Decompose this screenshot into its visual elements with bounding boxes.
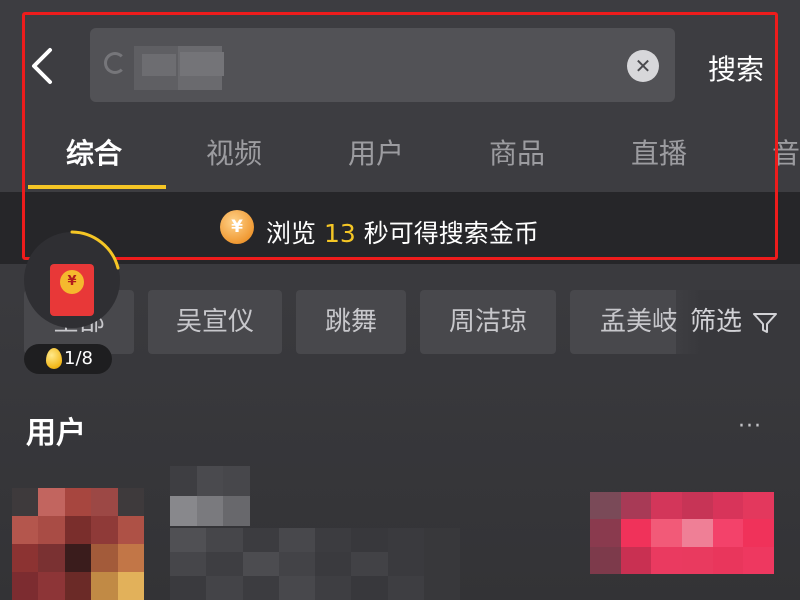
- follow-button-blurred[interactable]: [590, 492, 774, 574]
- user-section-title: 用户: [26, 416, 86, 451]
- funnel-icon: [753, 312, 778, 333]
- filter-label: 筛选: [690, 307, 743, 337]
- red-packet-seal: ¥: [60, 270, 84, 294]
- golden-egg-icon: [46, 348, 62, 369]
- avatar[interactable]: [12, 488, 144, 600]
- chip-吴宣仪[interactable]: 吴宣仪: [148, 290, 282, 354]
- chip-跳舞[interactable]: 跳舞: [296, 290, 406, 354]
- more-button[interactable]: ···: [738, 414, 762, 439]
- chip-周洁琼[interactable]: 周洁琼: [420, 290, 556, 354]
- reward-progress: 1/8: [24, 344, 112, 374]
- user-info-blurred: [170, 528, 460, 600]
- filter-button[interactable]: 筛选: [676, 290, 800, 354]
- user-result-row[interactable]: [0, 466, 800, 600]
- user-name-blurred: [170, 466, 250, 526]
- red-packet-reward[interactable]: ¥ 1/8: [22, 230, 122, 374]
- highlight-box: [22, 12, 778, 260]
